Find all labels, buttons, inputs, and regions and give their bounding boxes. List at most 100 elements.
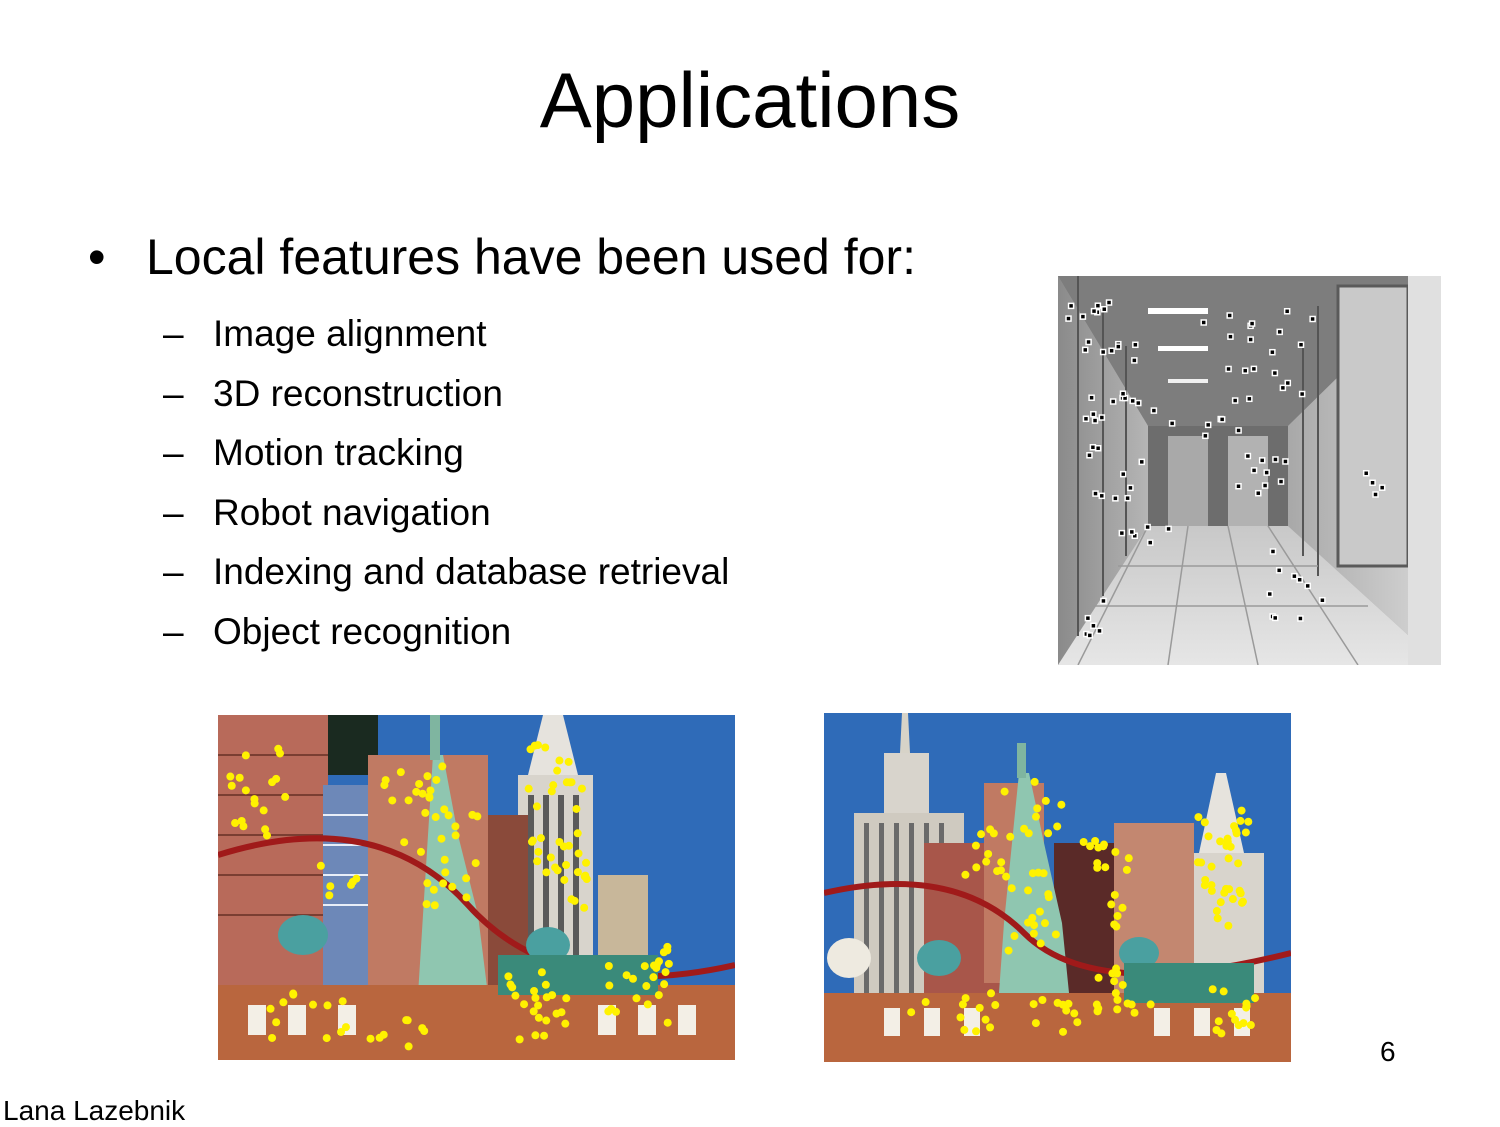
feature-point bbox=[1213, 914, 1222, 923]
feature-point bbox=[1276, 328, 1283, 336]
feature-point bbox=[1150, 407, 1158, 414]
feature-point bbox=[1127, 1000, 1136, 1009]
feature-point bbox=[1035, 907, 1044, 916]
feature-point bbox=[1237, 806, 1246, 815]
feature-point bbox=[542, 868, 551, 877]
feature-point bbox=[422, 900, 431, 909]
feature-point bbox=[1269, 548, 1277, 555]
feature-point bbox=[261, 825, 270, 834]
feature-point bbox=[1118, 980, 1127, 989]
feature-point bbox=[1107, 900, 1116, 909]
feature-point bbox=[582, 875, 591, 884]
main-bullet-text: Local features have been used for: bbox=[146, 229, 916, 285]
feature-point bbox=[989, 829, 998, 838]
feature-point bbox=[1272, 456, 1279, 463]
feature-point bbox=[1244, 817, 1253, 826]
feature-point bbox=[1118, 903, 1127, 912]
feature-point bbox=[541, 743, 550, 752]
feature-point bbox=[309, 1000, 318, 1009]
feature-point bbox=[1202, 432, 1209, 440]
feature-point bbox=[993, 867, 1002, 876]
feature-point bbox=[1053, 822, 1062, 831]
feature-point bbox=[1208, 985, 1217, 994]
feature-point bbox=[1241, 367, 1249, 374]
feature-point bbox=[1372, 491, 1379, 498]
feature-point bbox=[534, 1013, 543, 1022]
feature-point bbox=[420, 1026, 429, 1035]
feature-point bbox=[1225, 365, 1232, 373]
feature-point bbox=[1130, 1008, 1139, 1017]
feature-point bbox=[533, 857, 542, 866]
feature-point bbox=[562, 861, 571, 870]
feature-point bbox=[400, 838, 409, 847]
feature-point bbox=[652, 963, 661, 972]
feature-point bbox=[1239, 1019, 1248, 1028]
feature-point bbox=[1079, 838, 1088, 847]
feature-point bbox=[572, 804, 581, 813]
feature-point bbox=[1094, 444, 1102, 452]
feature-point bbox=[1309, 315, 1316, 323]
feature-point bbox=[1070, 1009, 1079, 1018]
feature-point bbox=[1110, 977, 1119, 986]
feature-point bbox=[1002, 872, 1011, 881]
feature-point bbox=[1079, 313, 1087, 320]
feature-point bbox=[348, 877, 357, 886]
feature-point bbox=[316, 861, 325, 870]
author-credit: Lana Lazebnik bbox=[3, 1095, 186, 1126]
feature-point bbox=[423, 772, 432, 781]
feature-point bbox=[1250, 365, 1258, 373]
feature-point bbox=[1115, 343, 1122, 350]
sub-item-text: Motion tracking bbox=[213, 432, 464, 473]
feature-point bbox=[642, 982, 651, 991]
feature-point bbox=[605, 981, 614, 990]
feature-point bbox=[977, 830, 986, 839]
sub-item-text: Indexing and database retrieval bbox=[213, 551, 730, 592]
feature-point bbox=[421, 808, 430, 817]
feature-point bbox=[981, 1015, 990, 1024]
feature-point bbox=[1218, 416, 1226, 423]
feature-point bbox=[506, 980, 515, 989]
feature-point bbox=[982, 857, 991, 866]
feature-point bbox=[1111, 989, 1120, 998]
feature-point bbox=[663, 942, 672, 951]
feature-point bbox=[530, 741, 539, 750]
feature-point bbox=[997, 858, 1006, 867]
feature-point bbox=[1030, 777, 1039, 786]
feature-point bbox=[403, 1016, 412, 1025]
feature-point bbox=[1119, 470, 1127, 478]
feature-point bbox=[1135, 399, 1142, 407]
feature-point bbox=[1214, 1017, 1223, 1026]
feature-point bbox=[661, 968, 670, 977]
feature-point bbox=[323, 1001, 332, 1010]
feature-point bbox=[1146, 1000, 1155, 1009]
feature-point bbox=[1064, 999, 1073, 1008]
feature-point bbox=[1029, 1000, 1038, 1009]
feature-point bbox=[366, 1034, 375, 1043]
feature-point bbox=[971, 841, 980, 850]
feature-point bbox=[529, 1007, 538, 1016]
feature-point bbox=[1100, 597, 1107, 605]
feature-point bbox=[1040, 919, 1049, 928]
feature-point bbox=[281, 792, 290, 801]
feature-point bbox=[431, 813, 440, 822]
feature-point bbox=[1362, 470, 1370, 477]
feature-point bbox=[548, 991, 557, 1000]
feature-point bbox=[1277, 478, 1285, 485]
feature-point bbox=[396, 768, 405, 777]
feature-point bbox=[1065, 315, 1072, 322]
feature-point bbox=[640, 962, 649, 971]
feature-point bbox=[1263, 469, 1270, 476]
feature-point bbox=[1084, 614, 1092, 622]
feature-point bbox=[1119, 390, 1127, 397]
feature-point bbox=[537, 968, 546, 977]
feature-point bbox=[1230, 822, 1239, 831]
feature-point bbox=[515, 1035, 524, 1044]
feature-point bbox=[1124, 494, 1131, 502]
feature-point bbox=[1057, 800, 1066, 809]
feature-point bbox=[1096, 627, 1103, 635]
dash-marker: – bbox=[163, 610, 184, 652]
dash-marker: – bbox=[163, 551, 184, 592]
feature-point bbox=[540, 1031, 549, 1040]
feature-point bbox=[1279, 384, 1287, 392]
feature-point bbox=[1207, 862, 1216, 871]
